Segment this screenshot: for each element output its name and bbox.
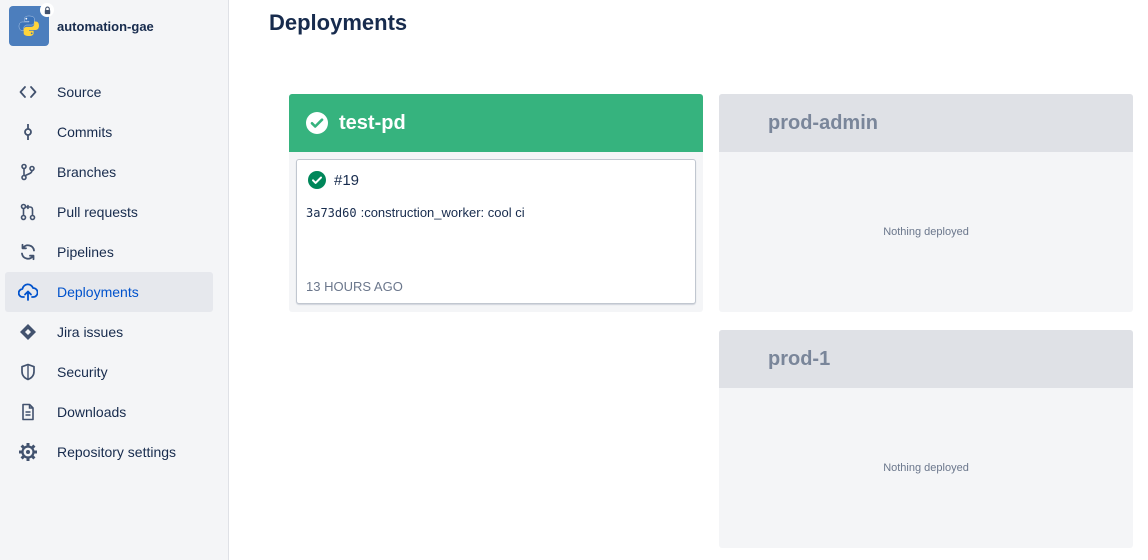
sidebar-item-label: Security [57,364,108,380]
shield-icon [18,362,38,382]
sidebar-item-label: Downloads [57,404,127,420]
deployments-icon [18,282,38,302]
environment-header[interactable]: test-pd [289,94,703,152]
sidebar-item-label: Branches [57,164,117,180]
gear-icon [18,442,38,462]
commit-message: :construction_worker: cool ci [360,205,525,220]
deployment-card[interactable]: #19 3a73d60:construction_worker: cool ci… [296,159,696,304]
sidebar: automation-gae Source Commits Branches P… [0,0,229,560]
sidebar-item-commits[interactable]: Commits [5,112,213,152]
sidebar-item-label: Source [57,84,102,100]
commit-line: 3a73d60:construction_worker: cool ci [306,205,525,220]
lock-icon [44,6,50,14]
sidebar-item-label: Commits [57,124,113,140]
environment-name: test-pd [339,111,406,134]
document-icon [18,402,38,422]
sidebar-item-security[interactable]: Security [5,352,213,392]
environment-prod-admin: prod-admin Nothing deployed [719,94,1133,312]
check-circle-icon [306,112,328,134]
repo-header[interactable]: automation-gae [9,3,154,46]
repo-name[interactable]: automation-gae [57,19,154,34]
environment-test-pd: test-pd #19 3a73d60:construction_worker:… [289,94,703,312]
sidebar-item-label: Jira issues [57,324,124,340]
sidebar-item-deployments[interactable]: Deployments [5,272,213,312]
sidebar-item-label: Pipelines [57,244,114,260]
sidebar-item-branches[interactable]: Branches [5,152,213,192]
sidebar-nav: Source Commits Branches Pull requests Pi… [5,72,213,472]
sidebar-item-source[interactable]: Source [5,72,213,112]
environment-header[interactable]: prod-admin [719,94,1133,152]
sidebar-item-repository-settings[interactable]: Repository settings [5,432,213,472]
lock-badge [40,3,54,17]
environment-prod-1: prod-1 Nothing deployed [719,330,1133,548]
check-circle-icon [308,171,326,189]
commit-icon [18,122,38,142]
sidebar-item-label: Repository settings [57,444,177,460]
page-title: Deployments [269,10,408,35]
deployment-number[interactable]: #19 [334,172,359,189]
commit-hash[interactable]: 3a73d60 [306,206,357,220]
nothing-deployed-text: Nothing deployed [883,226,969,238]
code-icon [18,82,38,102]
pipelines-icon [18,242,38,262]
nothing-deployed-text: Nothing deployed [883,462,969,474]
deployment-time: 13 HOURS AGO [306,279,403,294]
environment-name: prod-1 [768,347,831,370]
sidebar-item-pipelines[interactable]: Pipelines [5,232,213,272]
environment-name: prod-admin [768,111,878,134]
python-logo-icon [18,15,39,36]
environment-header[interactable]: prod-1 [719,330,1133,388]
sidebar-item-downloads[interactable]: Downloads [5,392,213,432]
sidebar-item-label: Pull requests [57,204,138,220]
sidebar-item-jira-issues[interactable]: Jira issues [5,312,213,352]
repo-avatar[interactable] [9,3,54,46]
sidebar-item-label: Deployments [57,284,139,300]
pull-request-icon [18,202,38,222]
branch-icon [18,162,38,182]
sidebar-item-pull-requests[interactable]: Pull requests [5,192,213,232]
jira-icon [18,322,38,342]
deployment-card-header: #19 [308,171,359,189]
